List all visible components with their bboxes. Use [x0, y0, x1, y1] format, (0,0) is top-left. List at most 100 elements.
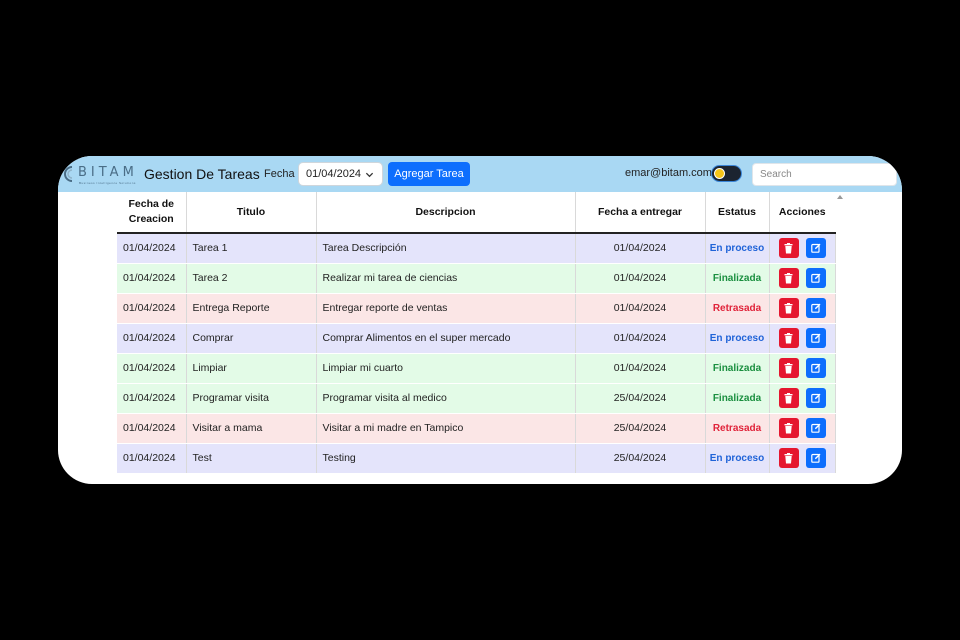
edit-icon	[810, 243, 820, 254]
row-actions	[770, 328, 835, 348]
column-header-title[interactable]: Titulo	[186, 192, 317, 234]
cell-created: 01/04/2024	[117, 413, 187, 444]
row-actions	[770, 358, 835, 378]
delete-button[interactable]	[778, 298, 799, 318]
status-badge: Finalizada	[712, 363, 762, 374]
table-row[interactable]: 01/04/2024 Limpiar Limpiar mi cuarto 01/04/…	[117, 353, 836, 384]
cell-due: 01/04/2024	[575, 353, 706, 384]
table-row[interactable]: 01/04/2024 Tarea 2 Realizar mi tarea de ci…	[117, 263, 836, 294]
logo-subtext: Business Intelligence Solutions	[79, 181, 136, 185]
cell-title: Entrega Reporte	[186, 293, 317, 324]
cell-description: Tarea Descripción	[316, 233, 576, 264]
cell-title: Limpiar	[186, 353, 317, 384]
fecha-label: Fecha	[264, 168, 295, 180]
status-badge: En proceso	[709, 333, 765, 344]
delete-button[interactable]	[778, 418, 799, 438]
delete-button[interactable]	[778, 238, 799, 259]
edit-button[interactable]	[805, 298, 826, 318]
add-task-button[interactable]: Agregar Tarea	[388, 162, 470, 186]
cell-due: 01/04/2024	[575, 233, 706, 264]
cell-created: 01/04/2024	[117, 353, 187, 384]
cell-description: Visitar a mi madre en Tampico	[316, 413, 576, 444]
cell-created: 01/04/2024	[117, 293, 187, 324]
app-window: BITAM Business Intelligence Solutions Ge…	[58, 156, 902, 484]
trash-icon	[784, 242, 793, 254]
trash-icon	[784, 332, 793, 343]
edit-icon	[810, 273, 820, 283]
date-select[interactable]: 01/04/2024	[298, 162, 383, 186]
cell-title: Tarea 1	[186, 233, 317, 264]
trash-icon	[784, 392, 793, 403]
trash-icon	[784, 422, 793, 433]
edit-button[interactable]	[805, 418, 826, 438]
cell-due: 01/04/2024	[575, 293, 706, 324]
row-actions	[770, 448, 835, 468]
cell-created: 01/04/2024	[117, 443, 187, 474]
status-badge: Finalizada	[712, 273, 762, 284]
edit-icon	[810, 363, 820, 373]
edit-button[interactable]	[805, 238, 826, 259]
table-body: 01/04/2024 Tarea 1 Tarea Descripción 01/04/…	[117, 233, 836, 474]
status-badge: Retrasada	[712, 423, 762, 434]
cell-created: 01/04/2024	[117, 233, 187, 264]
cell-title: Test	[186, 443, 317, 474]
table-row[interactable]: 01/04/2024 Test Testing 25/04/2024 En proces…	[117, 443, 836, 474]
search-input[interactable]: Search	[752, 163, 897, 186]
table-row[interactable]: 01/04/2024 Comprar Comprar Alimentos en el…	[117, 323, 836, 354]
user-email: emar@bitam.com	[625, 167, 712, 179]
column-header-due[interactable]: Fecha a entregar	[575, 192, 706, 234]
delete-button[interactable]	[778, 388, 799, 408]
scroll-up-icon[interactable]	[836, 193, 844, 201]
edit-button[interactable]	[805, 448, 826, 468]
column-header-created[interactable]: Fecha de Creacion	[117, 192, 187, 234]
cell-description: Limpiar mi cuarto	[316, 353, 576, 384]
delete-button[interactable]	[778, 328, 799, 348]
edit-button[interactable]	[805, 358, 826, 378]
trash-icon	[784, 272, 793, 283]
search-placeholder: Search	[760, 169, 792, 180]
cell-description: Programar visita al medico	[316, 383, 576, 414]
edit-icon	[810, 393, 820, 403]
cell-due: 25/04/2024	[575, 383, 706, 414]
edit-button[interactable]	[805, 388, 826, 408]
edit-button[interactable]	[805, 328, 826, 348]
cell-due: 01/04/2024	[575, 263, 706, 294]
edit-icon	[810, 333, 820, 343]
delete-button[interactable]	[778, 268, 799, 288]
row-actions	[770, 388, 835, 408]
navbar: BITAM Business Intelligence Solutions Ge…	[58, 156, 902, 192]
status-badge: Retrasada	[712, 303, 762, 314]
status-badge: En proceso	[709, 453, 765, 464]
theme-toggle[interactable]	[711, 165, 742, 182]
table-row[interactable]: 01/04/2024 Programar visita Programar visi…	[117, 383, 836, 414]
cell-created: 01/04/2024	[117, 263, 187, 294]
cell-description: Testing	[316, 443, 576, 474]
status-badge: Finalizada	[712, 393, 762, 404]
trash-icon	[784, 452, 793, 463]
column-header-status[interactable]: Estatus	[705, 192, 770, 234]
bitam-logo: BITAM Business Intelligence Solutions	[64, 165, 138, 185]
table-header-row: Fecha de Creacion Titulo Descripcion Fec…	[117, 192, 835, 234]
row-actions	[770, 418, 835, 438]
cell-created: 01/04/2024	[117, 383, 187, 414]
delete-button[interactable]	[778, 448, 799, 468]
column-header-description[interactable]: Descripcion	[316, 192, 576, 234]
edit-button[interactable]	[805, 268, 826, 288]
table-row[interactable]: 01/04/2024 Tarea 1 Tarea Descripción 01/04/…	[117, 233, 836, 264]
cell-description: Realizar mi tarea de ciencias	[316, 263, 576, 294]
status-badge: En proceso	[709, 243, 765, 255]
cell-created: 01/04/2024	[117, 323, 187, 354]
cell-title: Programar visita	[186, 383, 317, 414]
row-actions	[770, 238, 835, 259]
column-header-actions: Acciones	[769, 192, 835, 234]
table-row[interactable]: 01/04/2024 Entrega Reporte Entregar report…	[117, 293, 836, 324]
delete-button[interactable]	[778, 358, 799, 378]
table-row[interactable]: 01/04/2024 Visitar a mama Visitar a mi mad…	[117, 413, 836, 444]
edit-icon	[810, 453, 820, 463]
edit-icon	[810, 303, 820, 313]
date-select-value: 01/04/2024	[306, 168, 362, 180]
cell-title: Tarea 2	[186, 263, 317, 294]
cell-due: 01/04/2024	[575, 323, 706, 354]
cell-due: 25/04/2024	[575, 443, 706, 474]
tasks-table: Fecha de Creacion Titulo Descripcion Fec…	[117, 192, 836, 474]
